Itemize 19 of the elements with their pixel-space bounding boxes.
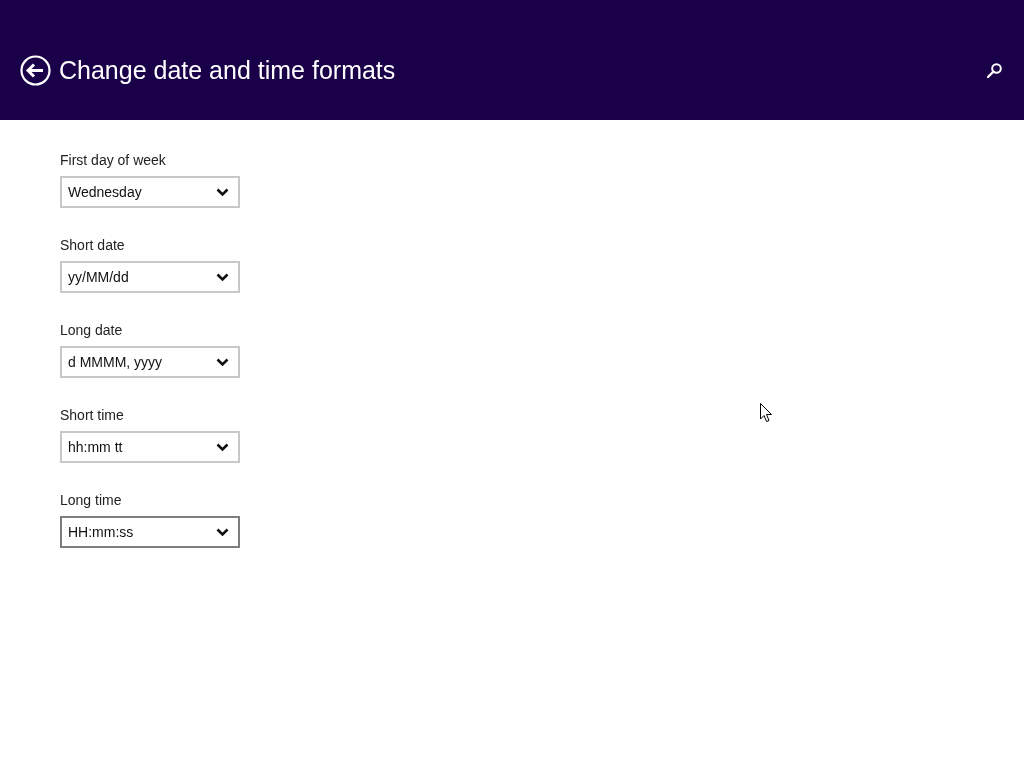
mouse-pointer-icon [760,403,773,423]
chevron-down-icon [216,442,229,452]
dropdown[interactable]: yy/MM/dd [60,261,240,293]
field-label: First day of week [60,151,166,170]
dropdown[interactable]: d MMMM, yyyy [60,346,240,378]
chevron-down-icon [216,527,229,537]
search-icon[interactable] [987,62,1002,78]
field-label: Short date [60,236,125,255]
chevron-down-icon [216,357,229,367]
back-icon[interactable] [20,54,51,86]
dropdown[interactable]: HH:mm:ss [60,516,240,548]
chevron-down-icon [216,187,229,197]
chevron-down-icon [216,272,229,282]
field-label: Short time [60,406,124,425]
dropdown[interactable]: Wednesday [60,176,240,208]
field-label: Long time [60,491,122,510]
field-label: Long date [60,321,123,340]
dropdown[interactable]: hh:mm tt [60,431,240,463]
page-title: Change date and time formats [59,55,396,86]
